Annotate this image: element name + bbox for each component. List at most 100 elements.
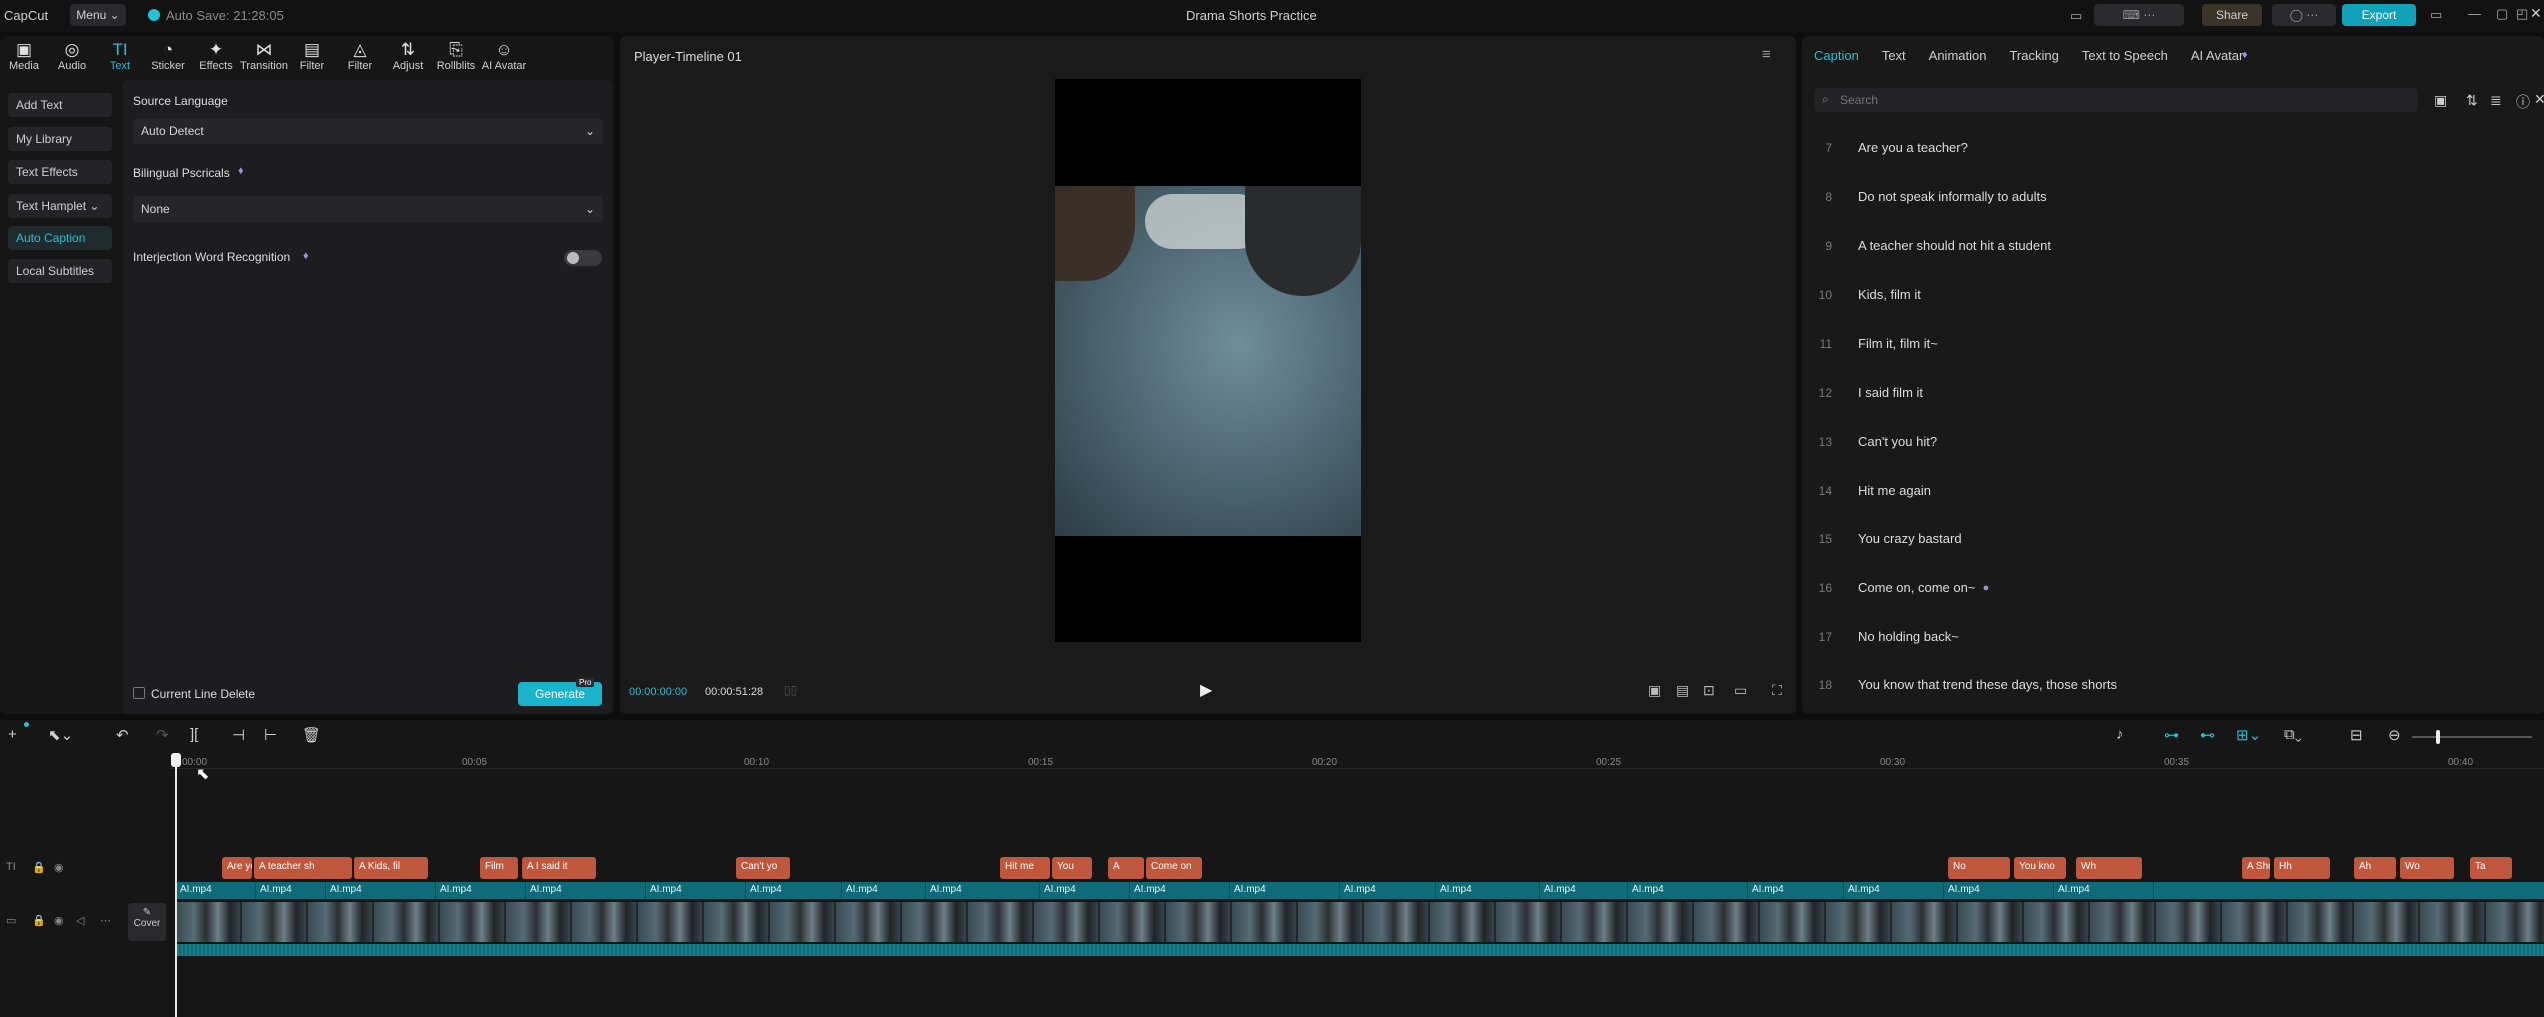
tool-filter-2[interactable]: ◬ Filter — [336, 40, 384, 74]
video-clip-label[interactable]: AI.mp4 — [1628, 882, 1748, 899]
caption-row[interactable]: 7 Are you a teacher? — [1800, 123, 2544, 172]
text-clip[interactable]: No — [1948, 857, 2010, 879]
microphone-icon[interactable]: ♪ — [2116, 726, 2124, 743]
caption-row[interactable]: 15 You crazy bastard — [1800, 514, 2544, 563]
video-clip-label[interactable]: AI.mp4 — [2054, 882, 2154, 899]
select-tool-icon[interactable]: ⬉⌄ — [48, 726, 73, 744]
play-icon[interactable]: ▶ — [1200, 680, 1212, 700]
video-clip-label[interactable]: AI.mp4 — [526, 882, 646, 899]
video-clip-label[interactable]: AI.mp4 — [1040, 882, 1130, 899]
minimize-icon[interactable]: — — [2468, 6, 2481, 21]
text-clip[interactable]: A — [1108, 857, 1144, 879]
tab-caption[interactable]: Caption — [1814, 48, 1859, 63]
sidebar-item-text-effects[interactable]: Text Effects — [8, 160, 112, 184]
export-button[interactable]: Export — [2342, 4, 2416, 26]
share-button[interactable]: Share — [2202, 4, 2262, 26]
linkage-icon[interactable]: ⊷ — [2200, 726, 2215, 744]
zoom-slider[interactable] — [2412, 730, 2532, 744]
list-icon[interactable]: ≣ — [2490, 92, 2502, 109]
zoom-slider-knob[interactable] — [2436, 730, 2440, 744]
text-clip[interactable]: Film — [480, 857, 518, 879]
waveform-icon[interactable]: ▯▯ — [784, 683, 797, 697]
sidebar-item-text-hamplet[interactable]: Text Hamplet ⌄ — [8, 194, 112, 218]
snap-icon[interactable]: ⧉⌄ — [2284, 726, 2302, 743]
caption-row[interactable]: 17 No holding back~ — [1800, 612, 2544, 661]
interjection-toggle[interactable] — [564, 250, 602, 266]
text-clip[interactable]: You — [1052, 857, 1092, 879]
add-icon[interactable]: + — [8, 726, 17, 743]
playhead[interactable] — [175, 755, 177, 1017]
eye-icon[interactable]: ◉ — [54, 914, 64, 927]
tool-transition[interactable]: ⋈ Transition — [240, 40, 288, 74]
tool-audio[interactable]: ◎ Audio — [48, 40, 96, 74]
caption-row[interactable]: 12 I said film it — [1800, 368, 2544, 417]
shortcuts-button[interactable]: ⌨ ⋯ — [2094, 4, 2184, 26]
preview-settings-icon[interactable]: ▭ — [1734, 682, 1747, 699]
video-clip-label[interactable]: AI.mp4 — [1844, 882, 1944, 899]
menu-button[interactable]: Menu ⌄ — [70, 4, 126, 26]
more-icon[interactable]: ⋯ — [100, 914, 111, 927]
text-clip[interactable]: Come on — [1146, 857, 1202, 879]
tab-text-to-speech[interactable]: Text to Speech — [2082, 48, 2168, 63]
sidebar-item-my-library[interactable]: My Library — [8, 127, 112, 151]
video-clip-label[interactable]: AI.mp4 — [1230, 882, 1340, 899]
tool-rollblits[interactable]: ⎘ Rollblits — [432, 40, 480, 74]
close-icon[interactable]: ✕ — [2534, 91, 2544, 108]
video-clip-label[interactable]: AI.mp4 — [1340, 882, 1436, 899]
split-icon[interactable]: ][ — [190, 726, 198, 743]
caption-search-box[interactable]: ⌕ — [1814, 88, 2418, 112]
video-clip-label[interactable]: AI.mp4 — [1944, 882, 2054, 899]
text-clip[interactable]: Wo — [2400, 857, 2454, 879]
text-clip[interactable]: A Kids, fil — [354, 857, 428, 879]
maximize-icon[interactable]: ▢ — [2496, 6, 2508, 22]
tab-tracking[interactable]: Tracking — [2009, 48, 2058, 63]
sort-icon[interactable]: ⇅ — [2466, 92, 2478, 109]
video-clip-label[interactable]: AI.mp4 — [842, 882, 926, 899]
video-clip-label[interactable]: AI.mp4 — [326, 882, 436, 899]
video-clip-label[interactable]: AI.mp4 — [256, 882, 326, 899]
tool-media[interactable]: ▣ Media — [0, 40, 48, 74]
video-preview[interactable] — [1055, 79, 1361, 642]
tool-sticker[interactable]: ◔ Sticker — [144, 40, 192, 74]
account-button[interactable]: ◯ ⋯ — [2272, 4, 2336, 26]
tool-adjust[interactable]: ⇅ Adjust — [384, 40, 432, 74]
playhead-handle[interactable] — [171, 753, 181, 767]
layout-icon[interactable]: ▭ — [2070, 8, 2082, 24]
close-icon[interactable]: ✕ — [2530, 5, 2542, 22]
split-right-icon[interactable]: ⊢ — [264, 726, 277, 744]
zoom-out-icon[interactable]: ⊖ — [2388, 726, 2401, 744]
text-clip[interactable]: Can't yo — [736, 857, 790, 879]
audio-waveform[interactable] — [176, 944, 2544, 956]
preview-axis-icon[interactable]: ⊞⌄ — [2236, 726, 2261, 744]
search-input[interactable] — [1838, 90, 2398, 110]
current-line-delete-checkbox[interactable] — [133, 687, 145, 699]
sidebar-item-local-subtitles[interactable]: Local Subtitles — [8, 259, 112, 283]
cover-button[interactable]: ✎ Cover — [128, 903, 166, 941]
text-clip[interactable]: A Shor — [2242, 857, 2270, 879]
audio-icon[interactable]: ◁ — [76, 914, 84, 927]
tool-ai-avatar[interactable]: ☺ AI Avatar — [480, 40, 528, 74]
text-clip[interactable]: Ta — [2470, 857, 2512, 879]
redo-icon[interactable]: ↷ — [156, 726, 169, 744]
delete-icon[interactable]: 🗑 — [302, 726, 321, 744]
find-replace-icon[interactable]: ▣ — [2434, 92, 2447, 109]
text-clip[interactable]: A teacher sh — [254, 857, 352, 879]
menu-icon[interactable]: ≡ — [1762, 46, 1771, 63]
video-clip-label[interactable]: AI.mp4 — [1436, 882, 1540, 899]
timeline-ruler[interactable]: 00:00 00:05 00:10 00:15 00:20 00:25 00:3… — [170, 755, 2544, 769]
text-clip[interactable]: Are you — [222, 857, 252, 879]
caption-row[interactable]: 11 Film it, film it~ — [1800, 319, 2544, 368]
caption-row[interactable]: 16 Come on, come on~ ● — [1800, 563, 2544, 612]
text-clip[interactable]: A I said it — [522, 857, 596, 879]
tab-animation[interactable]: Animation — [1929, 48, 1987, 63]
caption-row[interactable]: 18 You know that trend these days, those … — [1800, 660, 2544, 709]
text-clip[interactable]: Ah — [2354, 857, 2396, 879]
undo-icon[interactable]: ↶ — [116, 726, 129, 744]
caption-track-icon[interactable]: ⊟ — [2350, 726, 2363, 744]
text-clip[interactable]: Hh — [2274, 857, 2330, 879]
video-clip-label[interactable]: AI.mp4 — [926, 882, 1040, 899]
bilingual-select[interactable]: None ⌄ — [133, 196, 603, 222]
lock-icon[interactable]: 🔒 — [32, 914, 46, 927]
settings-icon[interactable]: ▭ — [2430, 7, 2442, 23]
restore-icon[interactable]: ◰ — [2516, 6, 2528, 22]
